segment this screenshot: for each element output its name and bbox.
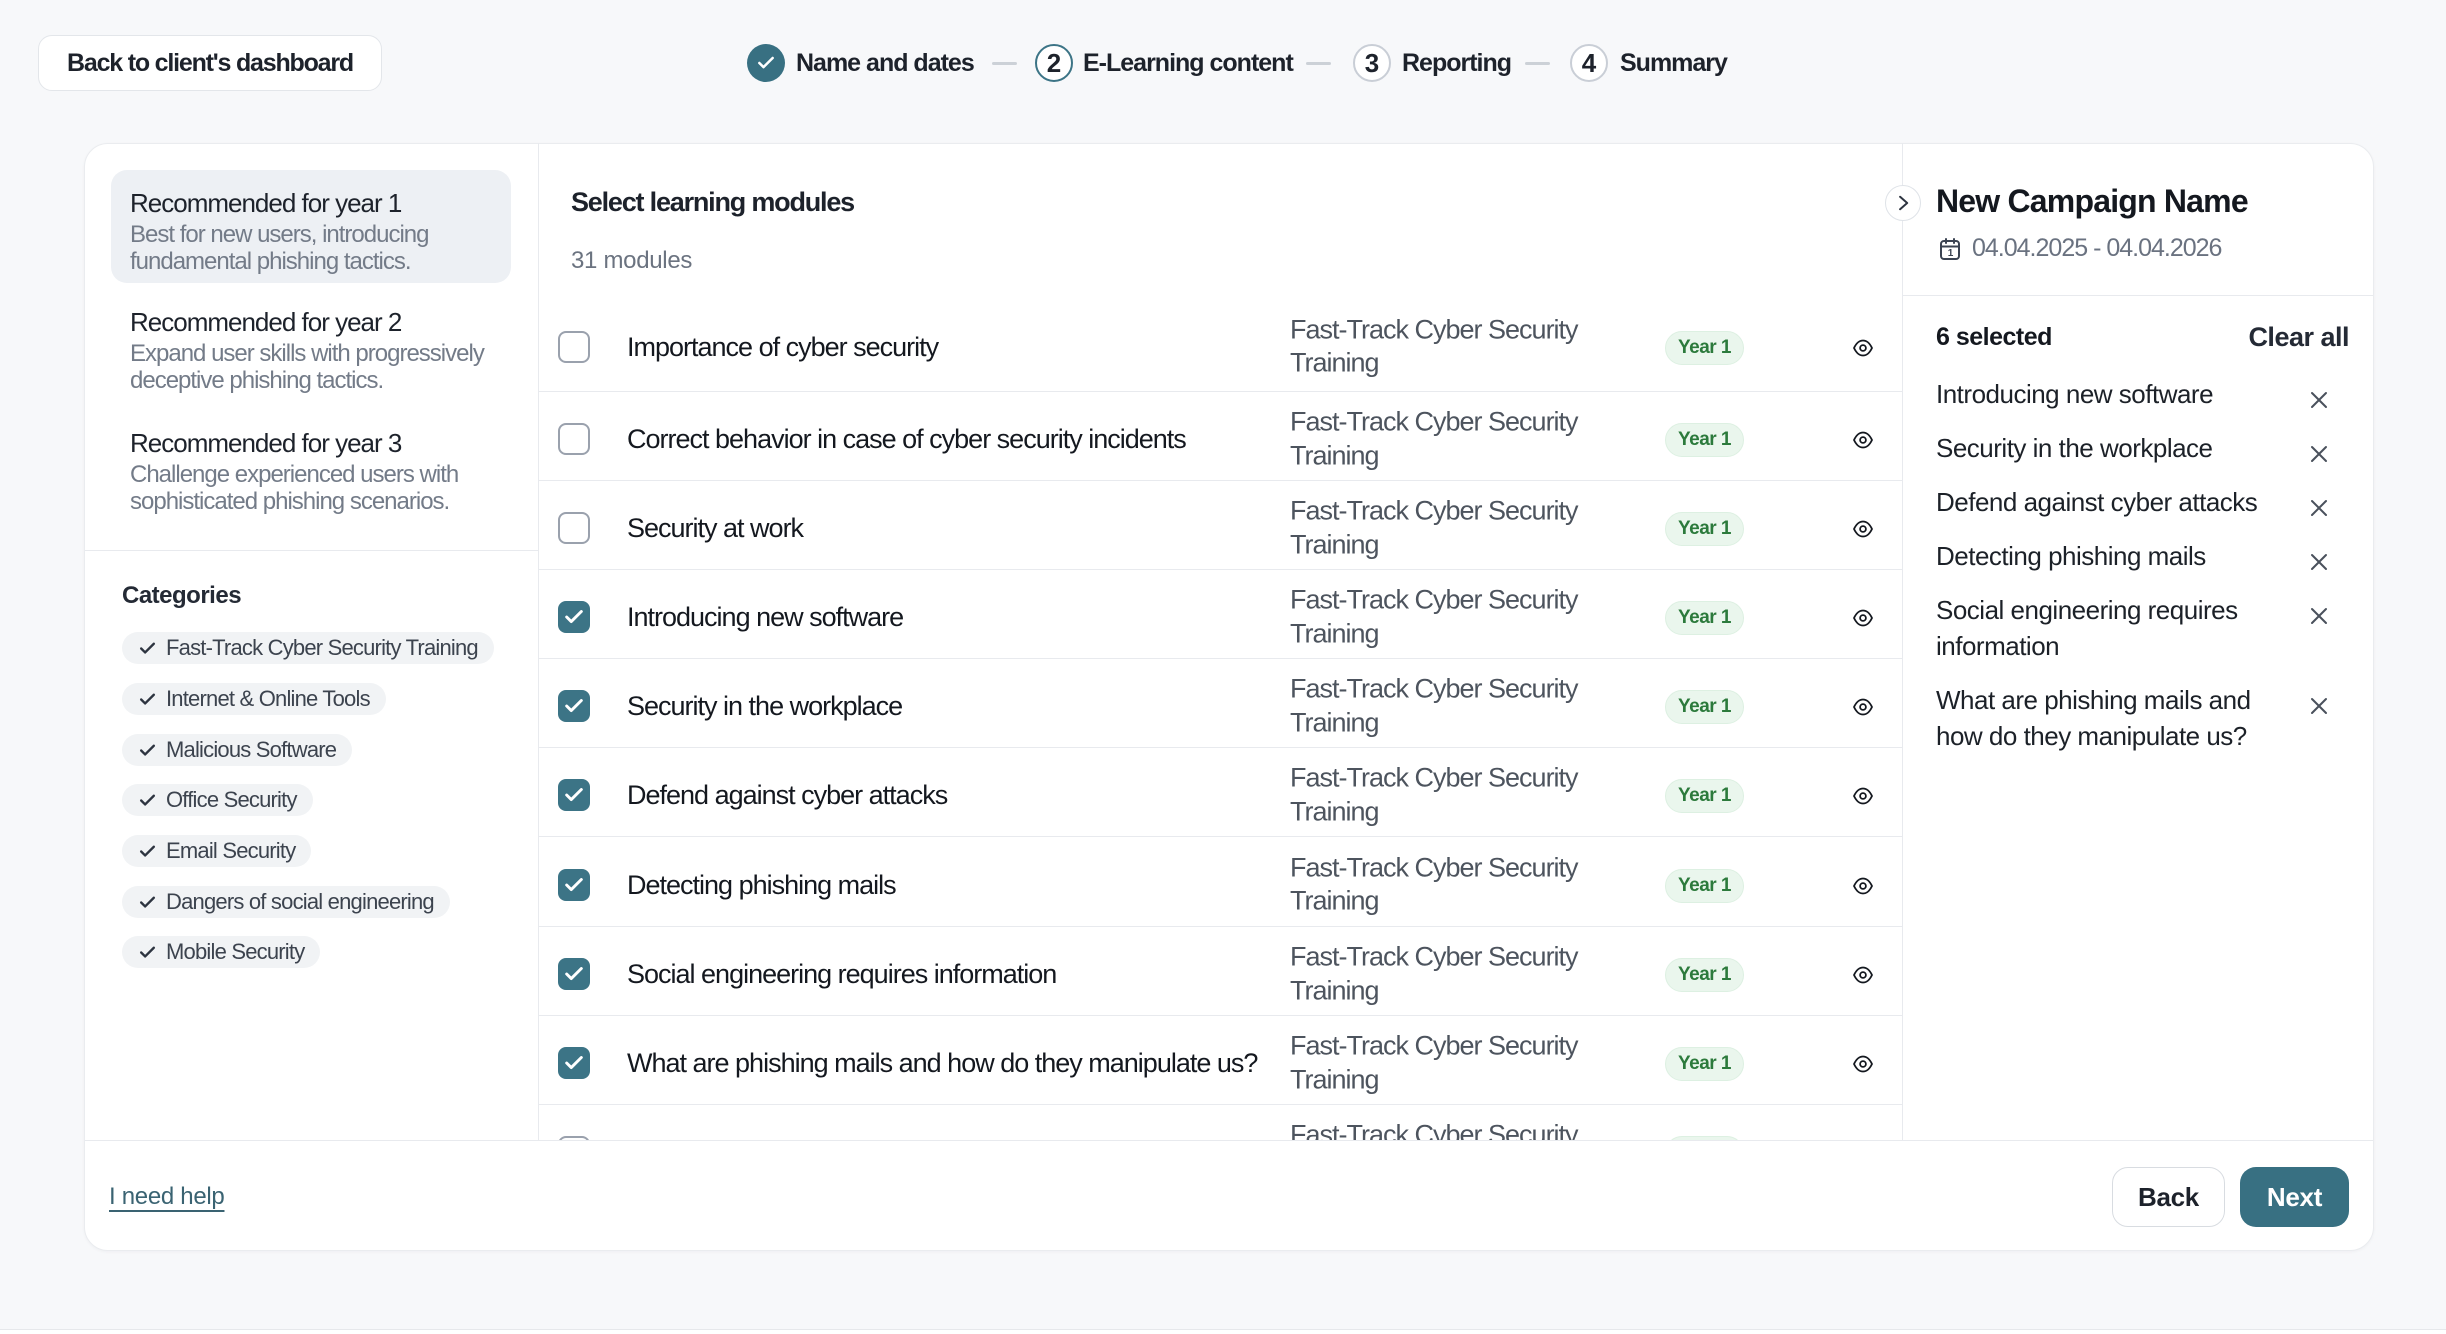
svg-text:1: 1	[1948, 248, 1954, 259]
